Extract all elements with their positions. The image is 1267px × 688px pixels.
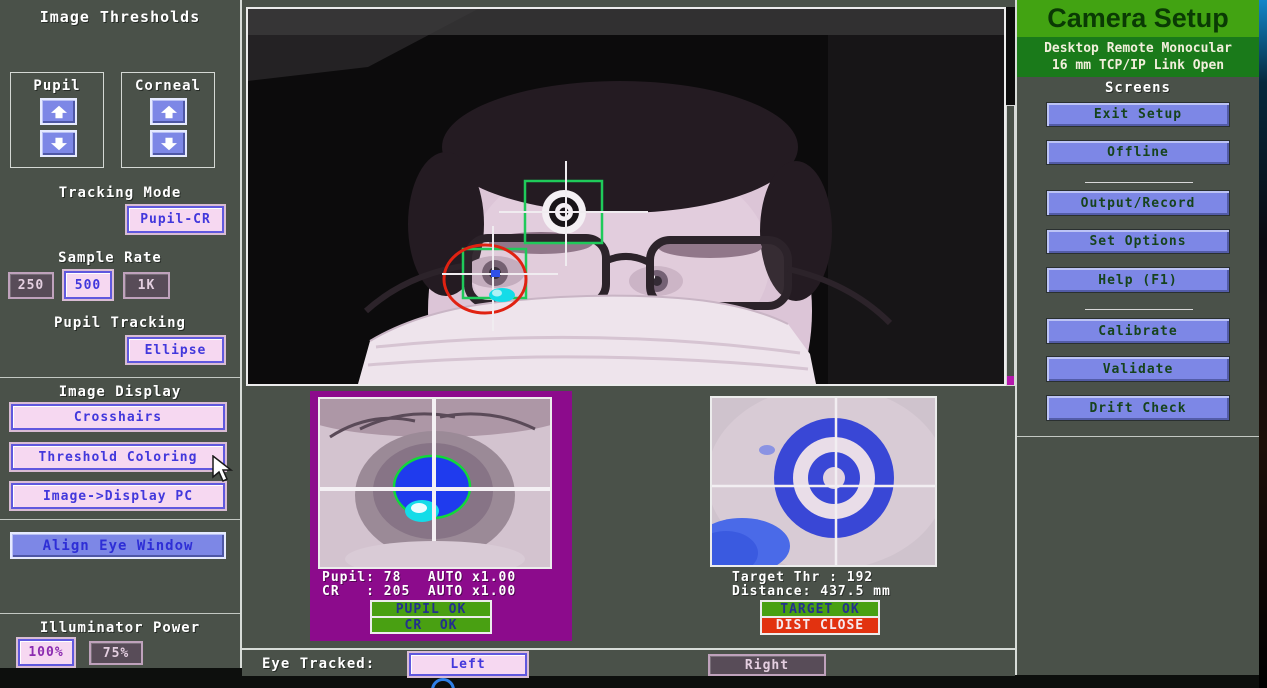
- image-display-label: Image Display: [20, 384, 220, 400]
- illuminator-75-button[interactable]: 75%: [89, 641, 143, 665]
- right-panel-border: [1015, 0, 1017, 675]
- camera-setup-subtitle: Desktop Remote Monocular 16 mm TCP/IP Li…: [1017, 37, 1259, 77]
- crosshairs-button[interactable]: Crosshairs: [11, 404, 225, 430]
- sample-rate-250-button[interactable]: 250: [8, 272, 54, 299]
- camera-slider-track: [1006, 105, 1015, 386]
- camera-slider-handle: [1007, 376, 1014, 385]
- offline-button[interactable]: Offline: [1046, 140, 1230, 165]
- target-info-line2: Distance: 437.5 mm: [732, 584, 891, 599]
- pupil-info-line1: Pupil: 78 AUTO x1.00: [322, 570, 516, 585]
- divider: [1085, 309, 1193, 310]
- divider: [0, 613, 240, 614]
- subtitle-line1: Desktop Remote Monocular: [1017, 40, 1259, 57]
- camera-setup-title: Camera Setup: [1017, 0, 1259, 37]
- illuminator-100-button[interactable]: 100%: [18, 639, 74, 666]
- pupil-tracking-label: Pupil Tracking: [20, 315, 220, 331]
- image-to-display-pc-button[interactable]: Image->Display PC: [11, 483, 225, 509]
- gaze-cursor-arc: [431, 678, 455, 688]
- target-zoom-image: [710, 396, 937, 567]
- down-arrow-icon: [49, 136, 69, 152]
- drift-check-button[interactable]: Drift Check: [1046, 395, 1230, 421]
- corneal-threshold-down-button[interactable]: [150, 130, 187, 157]
- illuminator-power-label: Illuminator Power: [20, 620, 220, 636]
- corneal-threshold-label: Corneal: [121, 78, 215, 94]
- threshold-coloring-button[interactable]: Threshold Coloring: [11, 444, 225, 470]
- eye-tracked-right-button[interactable]: Right: [708, 654, 826, 676]
- validate-button[interactable]: Validate: [1046, 356, 1230, 382]
- divider: [0, 519, 240, 520]
- pupil-info-line2: CR : 205 AUTO x1.00: [322, 584, 516, 599]
- eye-tracked-left-button[interactable]: Left: [409, 653, 527, 676]
- eye-tracked-label: Eye Tracked:: [262, 656, 375, 672]
- divider: [0, 377, 240, 378]
- camera-image: [246, 7, 1006, 386]
- subtitle-line2: 16 mm TCP/IP Link Open: [1017, 57, 1259, 74]
- eye-zoom-image: [318, 397, 552, 569]
- mouse-cursor: [211, 455, 235, 483]
- set-options-button[interactable]: Set Options: [1046, 229, 1230, 254]
- sample-rate-500-button[interactable]: 500: [64, 271, 112, 299]
- pupil-threshold-label: Pupil: [10, 78, 104, 94]
- pupil-threshold-down-button[interactable]: [40, 130, 77, 157]
- sample-rate-1k-button[interactable]: 1K: [123, 272, 170, 299]
- down-arrow-icon: [159, 136, 179, 152]
- sample-rate-label: Sample Rate: [20, 250, 200, 266]
- dist-close-badge: DIST CLOSE: [760, 616, 880, 635]
- target-info-line1: Target Thr : 192: [732, 570, 873, 585]
- cr-ok-badge: CR OK: [370, 616, 492, 634]
- desktop-edge: [1259, 0, 1267, 688]
- up-arrow-icon: [49, 104, 69, 120]
- screens-label: Screens: [1017, 80, 1259, 96]
- tracking-mode-button[interactable]: Pupil-CR: [127, 206, 224, 233]
- exit-setup-button[interactable]: Exit Setup: [1046, 102, 1230, 127]
- divider: [1017, 436, 1259, 437]
- help-button[interactable]: Help (F1): [1046, 267, 1230, 293]
- align-eye-window-button[interactable]: Align Eye Window: [10, 532, 226, 559]
- calibrate-button[interactable]: Calibrate: [1046, 318, 1230, 344]
- image-thresholds-title: Image Thresholds: [0, 8, 240, 26]
- camera-edge-black: [1006, 7, 1015, 105]
- corneal-threshold-up-button[interactable]: [150, 98, 187, 125]
- divider: [1085, 182, 1193, 183]
- tracking-mode-label: Tracking Mode: [30, 185, 210, 201]
- camera-setup-screen: Image Thresholds Pupil Corneal Tracking …: [0, 0, 1267, 688]
- up-arrow-icon: [159, 104, 179, 120]
- output-record-button[interactable]: Output/Record: [1046, 190, 1230, 216]
- pupil-threshold-up-button[interactable]: [40, 98, 77, 125]
- pupil-tracking-ellipse-button[interactable]: Ellipse: [127, 337, 224, 363]
